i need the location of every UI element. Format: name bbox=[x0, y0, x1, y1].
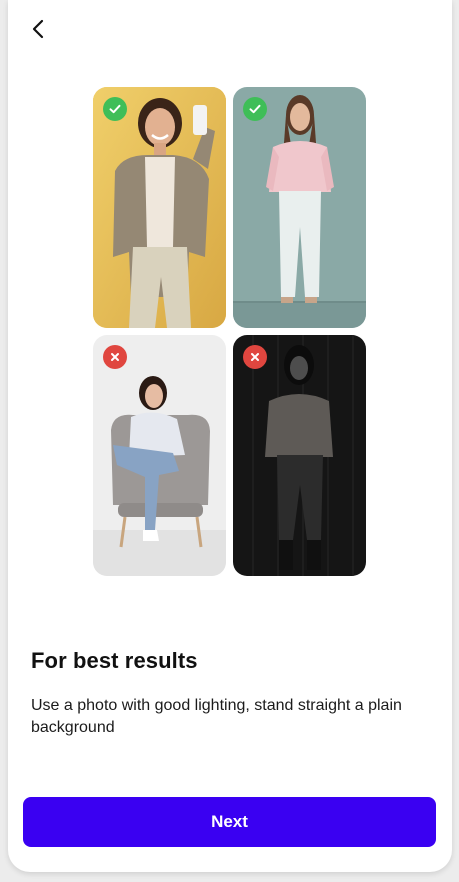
selfie-photo bbox=[93, 87, 226, 328]
example-photo-bad-dark bbox=[233, 335, 366, 576]
check-icon bbox=[109, 104, 121, 114]
onboarding-card: For best results Use a photo with good l… bbox=[8, 0, 452, 872]
bad-example-badge bbox=[243, 345, 267, 369]
next-button[interactable]: Next bbox=[23, 797, 436, 847]
example-photo-good-standing bbox=[233, 87, 366, 328]
example-photos-grid bbox=[93, 87, 366, 576]
check-icon bbox=[249, 104, 261, 114]
sitting-photo bbox=[93, 335, 226, 576]
example-photo-good-selfie bbox=[93, 87, 226, 328]
good-example-badge bbox=[243, 97, 267, 121]
example-photo-bad-sitting bbox=[93, 335, 226, 576]
chevron-left-icon bbox=[32, 19, 44, 39]
x-icon bbox=[251, 353, 259, 361]
bad-example-badge bbox=[103, 345, 127, 369]
tips-title: For best results bbox=[31, 648, 198, 673]
back-button[interactable] bbox=[26, 16, 52, 42]
dark-photo bbox=[233, 335, 366, 576]
tips-description: Use a photo with good lighting, stand st… bbox=[31, 697, 402, 736]
standing-photo bbox=[233, 87, 366, 328]
good-example-badge bbox=[103, 97, 127, 121]
x-icon bbox=[111, 353, 119, 361]
